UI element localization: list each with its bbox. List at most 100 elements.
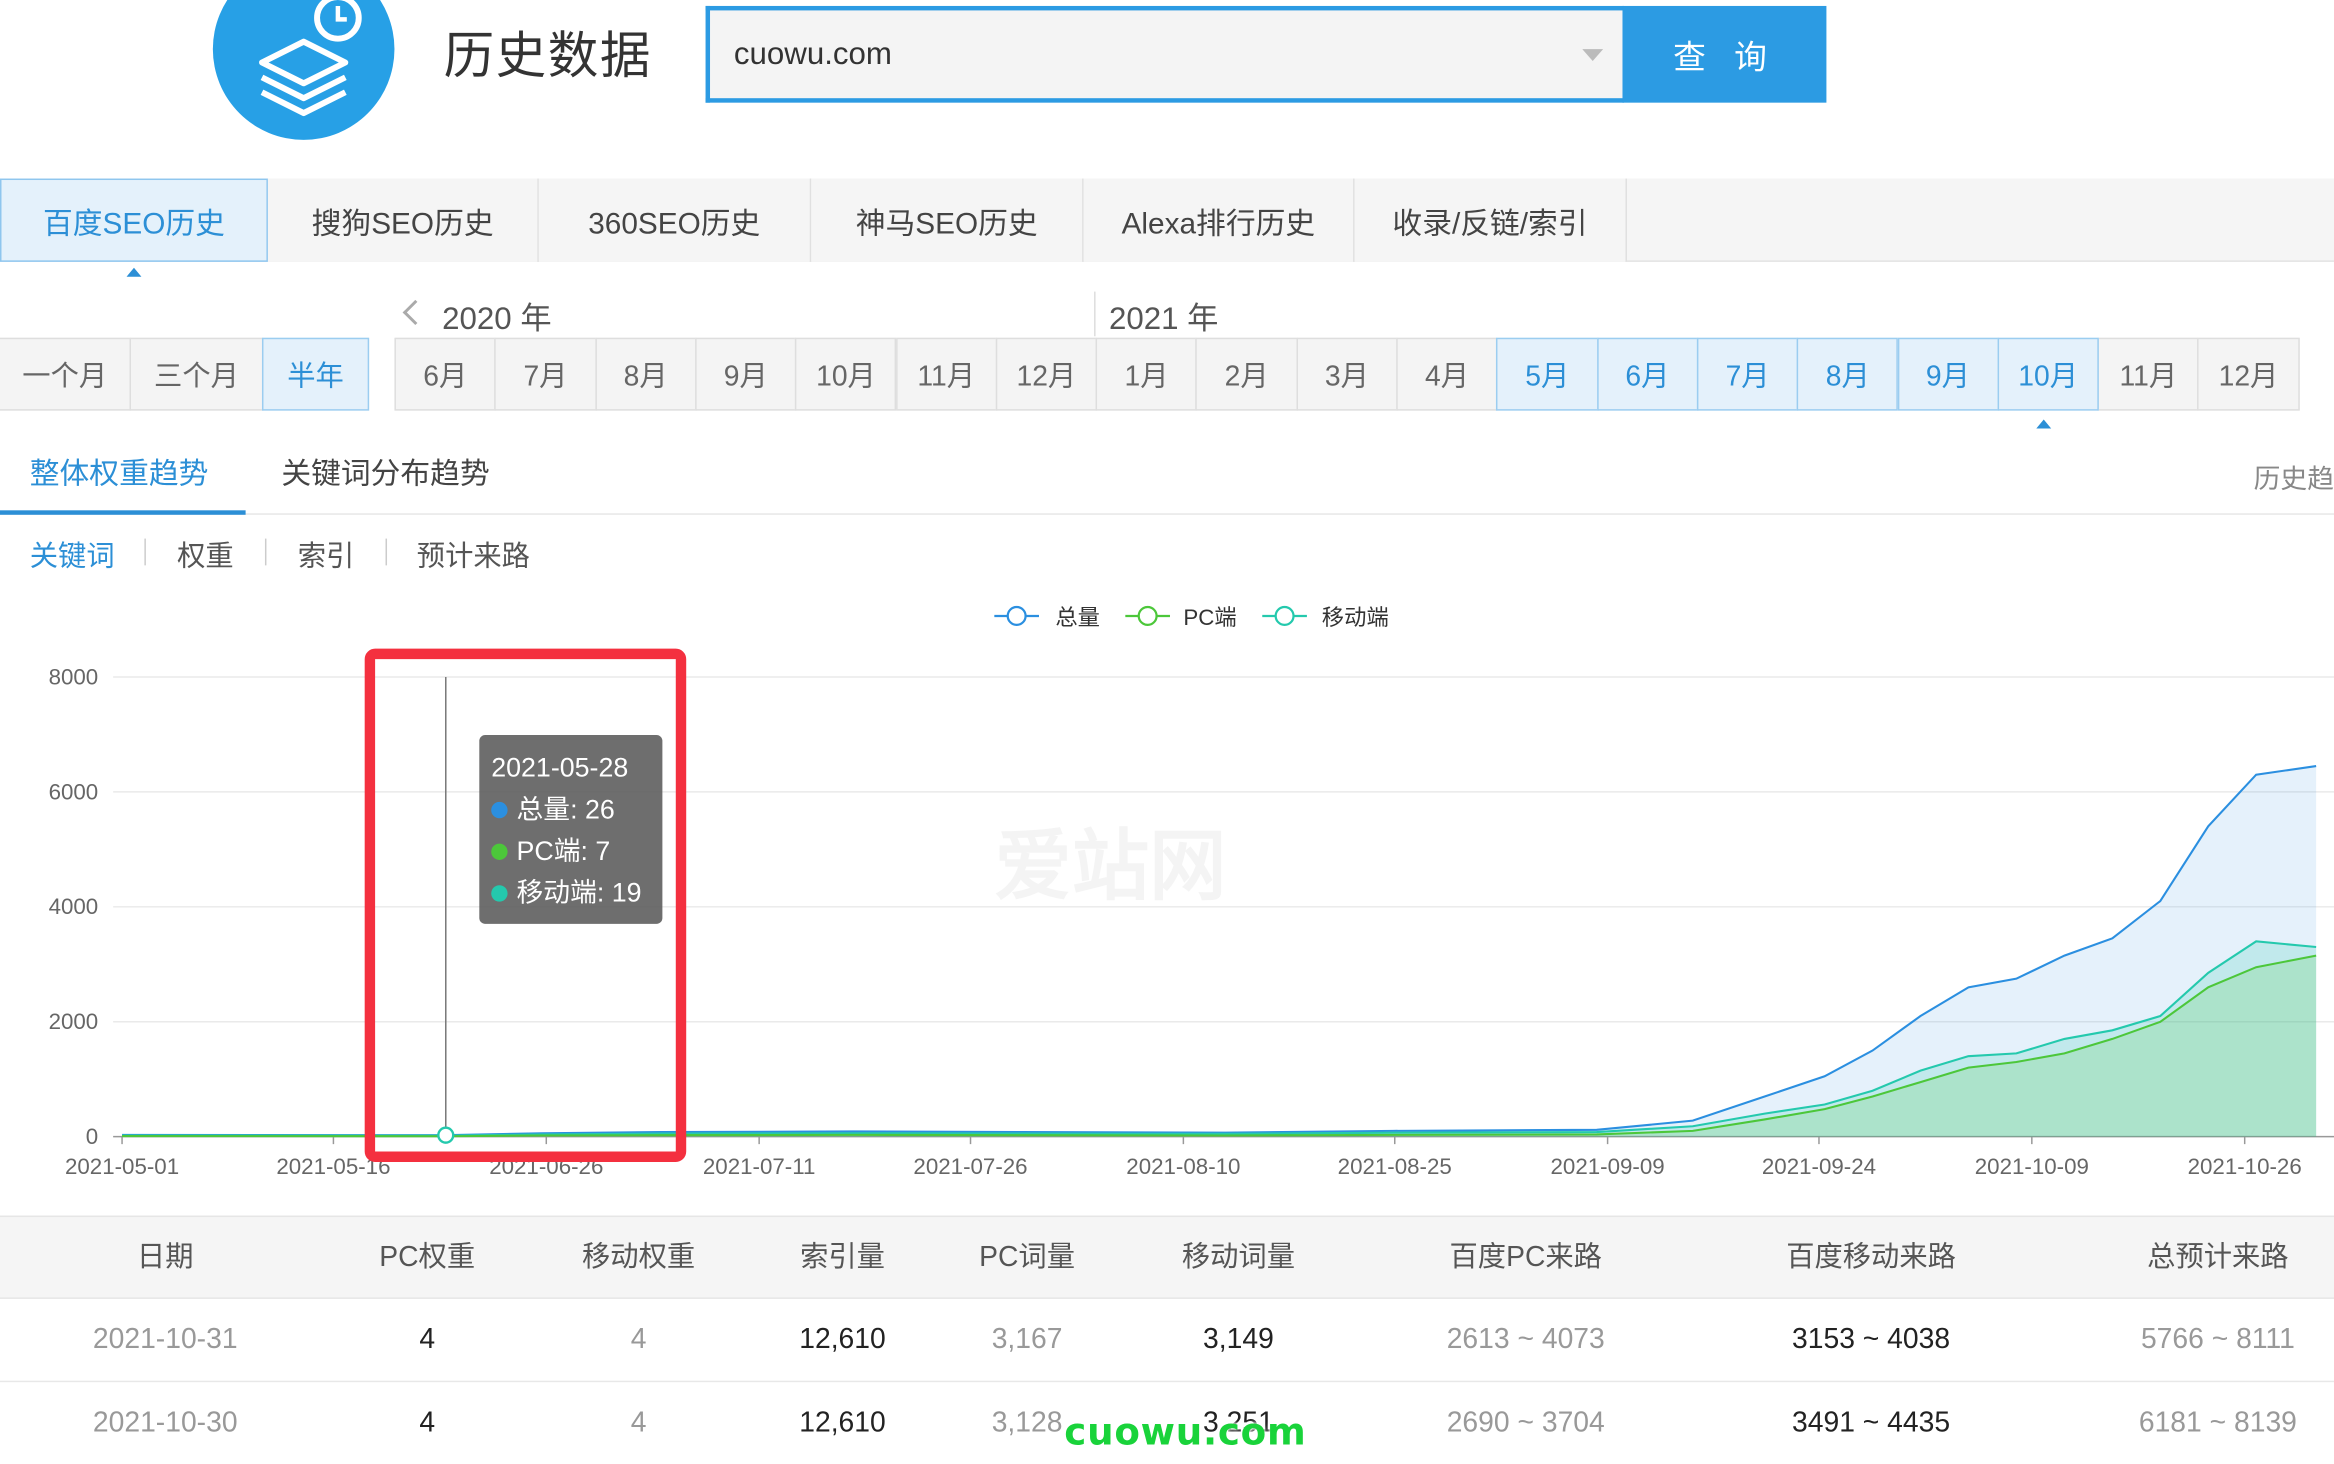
month-2020-1[interactable]: 6月	[394, 337, 497, 411]
year-label-2020: 2020 年	[442, 302, 552, 337]
trend-tab-underline	[0, 510, 246, 515]
cell-mobile-weight: 4	[630, 1324, 647, 1356]
tab-360-seo[interactable]: 360SEO历史	[538, 178, 812, 262]
selected-month-marker	[2036, 419, 2052, 429]
search-button[interactable]: 查 询	[1622, 5, 1827, 103]
keyword-trend-chart[interactable]: 020004000600080002021-05-01 2021-05-16 202…	[0, 588, 2334, 1198]
month-2021-8[interactable]: 1月	[1095, 337, 1198, 411]
tab-index-backlinks[interactable]: 收录/反链/索引	[1354, 178, 1627, 262]
y-tick-label: 4000	[49, 894, 99, 919]
history-trend-link[interactable]: 历史趋	[2254, 458, 2334, 497]
y-tick-label: 6000	[49, 779, 99, 804]
year-divider	[1094, 291, 1096, 337]
metric-separator	[264, 538, 267, 566]
cell-baidu-mobile-traffic: 3153 ~ 4038	[1792, 1324, 1951, 1356]
tab-keyword-distribution-trend[interactable]: 关键词分布趋势	[281, 449, 489, 492]
cell-date: 2021-10-31	[92, 1324, 238, 1356]
col-mobile-weight: 移动权重	[581, 1242, 696, 1274]
cell-index-count: 12,610	[799, 1324, 886, 1356]
cell-pc-weight: 4	[419, 1407, 436, 1439]
month-2021-10[interactable]: 3月	[1296, 337, 1398, 411]
chevron-left-icon[interactable]	[402, 299, 428, 326]
tab-sogou-seo[interactable]: 搜狗SEO历史	[267, 178, 539, 262]
month-2021-9[interactable]: 2月	[1195, 337, 1298, 411]
month-2020-7[interactable]: 12月	[995, 337, 1098, 411]
month-2021-11[interactable]: 4月	[1396, 337, 1498, 411]
col-total-traffic: 总预计来路	[2147, 1242, 2289, 1274]
x-tick-label: 2021-09-24	[1762, 1154, 1876, 1179]
legend-marker-icon	[1137, 605, 1158, 626]
tab-shenma-seo[interactable]: 神马SEO历史	[811, 178, 1084, 262]
table-header: 日期 PC权重 移动权重 索引量 PC词量 移动词量 百度PC来路 百度移动来路…	[0, 1215, 2334, 1299]
metric-separator	[385, 538, 388, 566]
tab-alexa-rank[interactable]: Alexa排行历史	[1083, 178, 1355, 262]
month-2021-15[interactable]: 8月	[1796, 337, 1899, 411]
metric-tab-estimated-traffic[interactable]: 预计来路	[417, 534, 530, 574]
month-2021-13[interactable]: 6月	[1596, 337, 1699, 411]
engine-tabs: 百度SEO历史 搜狗SEO历史 360SEO历史 神马SEO历史 Alexa排行…	[0, 178, 2334, 262]
cell-total-traffic: 6181 ~ 8139	[2138, 1407, 2297, 1439]
tab-overall-weight-trend[interactable]: 整体权重趋势	[30, 449, 209, 492]
cell-total-traffic: 5766 ~ 8111	[2140, 1324, 2295, 1356]
metric-tab-keywords[interactable]: 关键词	[30, 534, 115, 574]
month-2020-3[interactable]: 8月	[594, 337, 697, 411]
month-2020-6[interactable]: 11月	[895, 337, 998, 411]
col-baidu-mobile-traffic: 百度移动来路	[1786, 1242, 1956, 1274]
trend-tabs-divider	[0, 513, 2334, 515]
metric-separator	[144, 538, 146, 566]
x-tick-label: 2021-07-26	[913, 1154, 1027, 1179]
x-tick-label: 2021-09-09	[1551, 1154, 1665, 1179]
logo-icon	[212, 0, 395, 140]
cell-pc-keywords: 3,128	[991, 1407, 1063, 1439]
cell-baidu-pc-traffic: 2690 ~ 3704	[1446, 1407, 1605, 1439]
month-2021-12[interactable]: 5月	[1496, 337, 1599, 411]
cell-mobile-keywords: 3,149	[1203, 1324, 1274, 1356]
y-tick-label: 8000	[49, 664, 99, 689]
period-one-month[interactable]: 一个月	[0, 337, 131, 411]
month-2021-14[interactable]: 7月	[1696, 337, 1799, 411]
month-2021-17[interactable]: 10月	[1997, 337, 2099, 411]
x-tick-label: 2021-05-01	[65, 1154, 179, 1179]
x-tick-label: 2021-10-09	[1975, 1154, 2089, 1179]
period-half-year[interactable]: 半年	[261, 337, 370, 411]
table-row: 2021-10-31 4 4 12,610 3,167 3,149 2613 ~ 4073 3…	[0, 1299, 2334, 1383]
cell-index-count: 12,610	[799, 1407, 886, 1439]
cell-baidu-pc-traffic: 2613 ~ 4073	[1446, 1324, 1605, 1356]
x-tick-label: 2021-08-25	[1338, 1154, 1452, 1179]
x-tick-label: 2021-08-10	[1126, 1154, 1240, 1179]
month-2020-4[interactable]: 9月	[694, 337, 797, 411]
month-2020-2[interactable]: 7月	[494, 337, 597, 411]
metric-tab-weight[interactable]: 权重	[177, 534, 234, 574]
cell-baidu-mobile-traffic: 3491 ~ 4435	[1792, 1407, 1951, 1439]
month-2021-19[interactable]: 12月	[2197, 337, 2300, 411]
cell-pc-keywords: 3,167	[991, 1324, 1063, 1356]
legend-marker-icon	[1274, 605, 1295, 626]
search-box[interactable]	[705, 5, 1624, 103]
month-2020-5[interactable]: 10月	[795, 337, 897, 411]
metric-tab-index[interactable]: 索引	[298, 534, 355, 574]
col-baidu-pc-traffic: 百度PC来路	[1449, 1242, 1602, 1274]
active-tab-marker	[126, 267, 142, 277]
year-label-2021: 2021 年	[1108, 302, 1219, 337]
month-2021-16[interactable]: 9月	[1897, 337, 1999, 411]
col-pc-weight: PC权重	[379, 1242, 476, 1274]
highlight-annotation-box	[364, 648, 687, 1162]
col-index-count: 索引量	[800, 1242, 885, 1274]
cell-date: 2021-10-30	[92, 1407, 238, 1439]
legend-label: 移动端	[1322, 605, 1389, 630]
col-mobile-keywords: 移动词量	[1181, 1242, 1296, 1274]
cell-mobile-weight: 4	[630, 1407, 647, 1439]
search-input[interactable]	[733, 31, 1538, 79]
col-date: 日期	[136, 1242, 194, 1274]
x-tick-label: 2021-10-26	[2188, 1154, 2302, 1179]
legend-label: PC端	[1183, 605, 1236, 630]
col-pc-keywords: PC词量	[979, 1242, 1076, 1274]
cell-pc-weight: 4	[419, 1324, 436, 1356]
y-tick-label: 2000	[49, 1009, 99, 1034]
tab-baidu-seo[interactable]: 百度SEO历史	[0, 178, 268, 262]
chevron-down-icon[interactable]	[1582, 49, 1604, 61]
month-2021-18[interactable]: 11月	[2097, 337, 2200, 411]
period-three-months[interactable]: 三个月	[129, 337, 264, 411]
x-tick-label: 2021-07-11	[703, 1154, 816, 1179]
y-tick-label: 0	[86, 1124, 98, 1149]
